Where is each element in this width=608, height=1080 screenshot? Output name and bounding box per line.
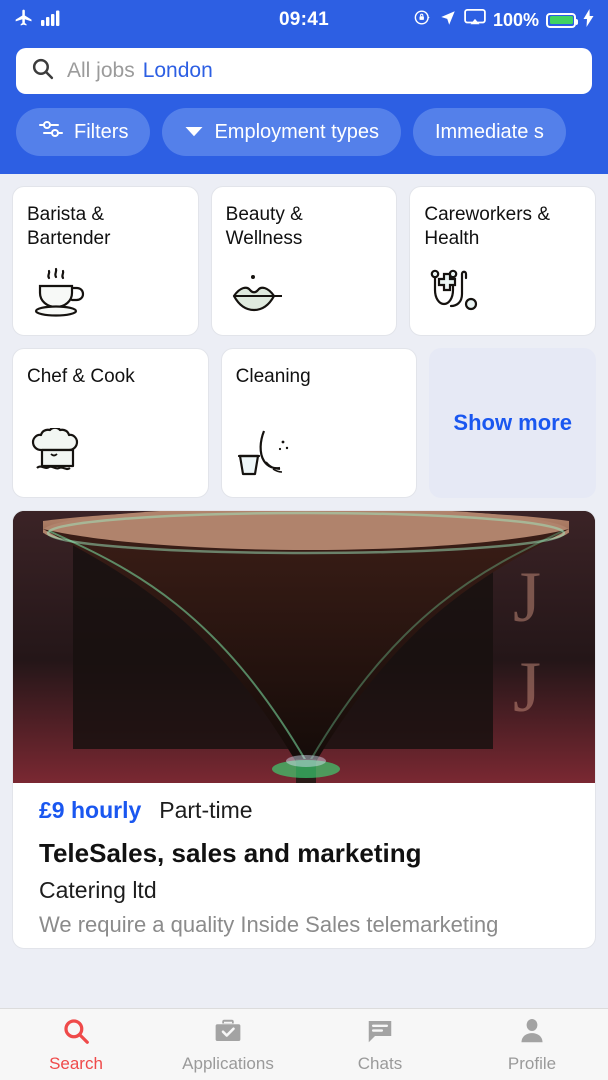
coffee-cup-icon (27, 266, 89, 323)
cellular-signal-icon (41, 10, 63, 31)
search-icon (30, 56, 55, 86)
person-icon (517, 1016, 547, 1051)
screen-mirroring-icon (464, 8, 486, 32)
job-company: Catering ltd (39, 877, 157, 903)
categories-row-2: Chef & Cook Cleaning Show more (12, 348, 597, 498)
chip-employment-types-label: Employment types (214, 120, 379, 143)
tab-chats[interactable]: Chats (304, 1016, 456, 1074)
sliders-icon (38, 118, 64, 146)
job-meta-row: £9 hourly Part-time (39, 797, 569, 824)
battery-icon (546, 12, 578, 28)
filter-chips-row: Filters Employment types Immediate s (0, 108, 608, 174)
job-details: £9 hourly Part-time TeleSales, sales and… (13, 783, 595, 948)
category-title: Cleaning (235, 366, 311, 387)
category-title: Beauty & Wellness (225, 204, 303, 250)
rotation-lock-icon (413, 8, 432, 32)
tab-chats-label: Chats (357, 1053, 403, 1073)
svg-text:J: J (513, 557, 541, 637)
tab-profile[interactable]: Profile (456, 1016, 608, 1074)
search-input[interactable]: All jobs London (16, 48, 592, 94)
status-bar-right: 100% (413, 8, 594, 32)
tab-applications-label: Applications (182, 1053, 274, 1073)
job-listing-card[interactable]: J J £9 hourly Part-time TeleSales, sales… (12, 510, 596, 949)
category-card-cleaning[interactable]: Cleaning (220, 348, 418, 498)
categories-section: Barista & Bartender Beauty & Wellness Ca… (0, 174, 608, 498)
tab-applications[interactable]: Applications (152, 1016, 304, 1074)
search-location-value: London (142, 59, 213, 82)
lips-icon (226, 266, 288, 323)
briefcase-check-icon (213, 1016, 243, 1051)
bucket-mop-icon (236, 428, 298, 485)
category-title: Chef & Cook (27, 366, 135, 387)
bottom-tab-bar: Search Applications Chats Profile (0, 1008, 608, 1080)
job-pay: £9 hourly (39, 797, 142, 823)
status-bar-left (14, 8, 63, 33)
search-icon (61, 1016, 91, 1051)
chef-hat-icon (27, 426, 89, 485)
app-root: 09:41 100% All jobs London Filters Emplo… (0, 0, 608, 1080)
search-category-value: All jobs (67, 59, 135, 82)
chip-immediate-start[interactable]: Immediate s (412, 108, 566, 156)
show-more-button[interactable]: Show more (429, 348, 597, 498)
chip-employment-types[interactable]: Employment types (162, 108, 401, 156)
status-bar: 09:41 100% (0, 0, 608, 40)
job-description: We require a quality Inside Sales telema… (39, 912, 499, 937)
chip-filters-label: Filters (74, 120, 129, 143)
category-card-careworkers-health[interactable]: Careworkers & Health (409, 186, 597, 336)
chip-filters[interactable]: Filters (16, 108, 151, 156)
show-more-label: Show more (453, 410, 572, 435)
charging-bolt-icon (583, 8, 594, 32)
tab-search-label: Search (49, 1053, 103, 1073)
svg-text:J: J (513, 647, 541, 727)
chat-bubble-icon (365, 1016, 395, 1051)
job-photo: J J (13, 511, 595, 783)
category-card-chef-cook[interactable]: Chef & Cook (12, 348, 209, 498)
job-title: TeleSales, sales and marketing (39, 838, 422, 868)
battery-percent-label: 100% (492, 9, 539, 30)
location-arrow-icon (439, 9, 457, 32)
category-card-barista-bartender[interactable]: Barista & Bartender (12, 186, 199, 336)
job-employment-type: Part-time (159, 797, 253, 823)
category-card-beauty-wellness[interactable]: Beauty & Wellness (210, 186, 398, 336)
tab-search[interactable]: Search (0, 1016, 152, 1074)
tab-profile-label: Profile (507, 1053, 557, 1073)
chevron-down-icon (184, 121, 204, 144)
categories-row-1: Barista & Bartender Beauty & Wellness Ca… (12, 186, 597, 336)
chip-immediate-start-label: Immediate s (434, 120, 544, 143)
category-title: Careworkers & Health (424, 204, 550, 250)
stethoscope-icon (424, 266, 486, 323)
search-header: All jobs London (0, 40, 608, 108)
airplane-mode-icon (14, 8, 34, 33)
category-title: Barista & Bartender (27, 204, 111, 250)
